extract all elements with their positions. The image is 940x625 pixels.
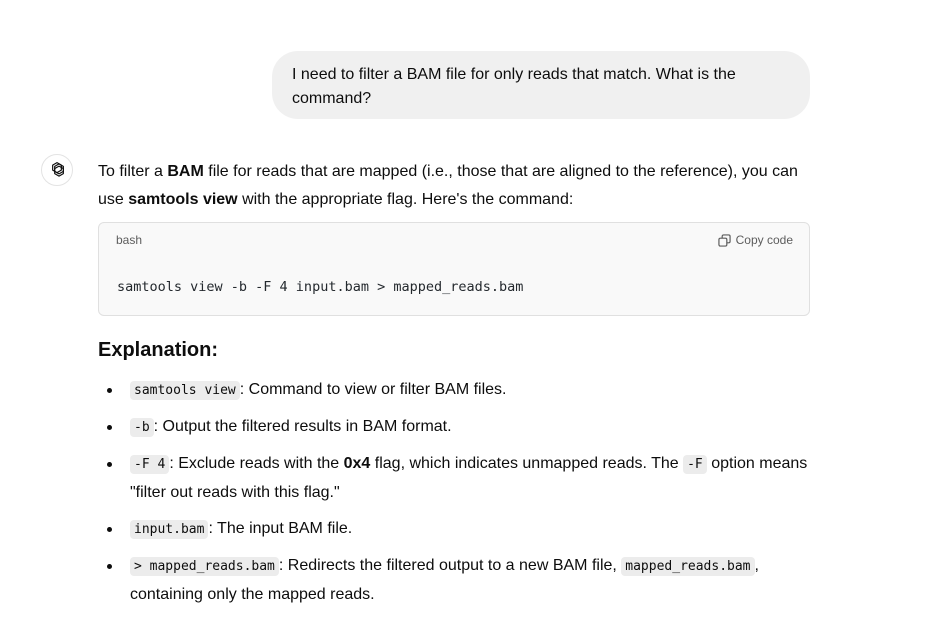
- assistant-intro: To filter a BAM file for reads that are …: [98, 158, 810, 214]
- openai-logo-icon: [52, 162, 64, 177]
- list-item-text: : Exclude reads with the: [169, 455, 344, 472]
- copy-code-label: Copy code: [735, 233, 793, 247]
- list-item-text: : Output the filtered results in BAM for…: [153, 418, 452, 435]
- intro-bold-samtools: samtools view: [128, 191, 238, 208]
- user-message-text: I need to filter a BAM file for only rea…: [292, 66, 736, 107]
- inline-code: -F: [683, 455, 707, 474]
- explanation-heading: Explanation:: [98, 339, 219, 361]
- list-item: -b: Output the filtered results in BAM f…: [98, 413, 810, 442]
- bullet-dot: [107, 527, 112, 532]
- inline-code: input.bam: [130, 520, 209, 539]
- chat-page: I need to filter a BAM file for only rea…: [0, 0, 940, 625]
- list-item-bold: 0x4: [343, 455, 371, 472]
- user-message-bubble: I need to filter a BAM file for only rea…: [272, 51, 810, 119]
- inline-code: > mapped_reads.bam: [130, 557, 279, 576]
- bullet-dot: [107, 564, 112, 569]
- intro-text-3: with the appropriate flag. Here's the co…: [237, 191, 574, 208]
- list-item: samtools view: Command to view or filter…: [98, 376, 810, 405]
- list-item-text: : Command to view or filter BAM files.: [239, 381, 507, 398]
- code-block: bash Copy code samtools view -b -F 4 inp…: [98, 222, 810, 316]
- list-item-text: : Redirects the filtered output to a new…: [278, 557, 622, 574]
- copy-code-button[interactable]: Copy code: [717, 233, 793, 247]
- code-content: samtools view -b -F 4 input.bam > mapped…: [117, 279, 524, 295]
- intro-bold-bam: BAM: [167, 163, 204, 180]
- list-item: > mapped_reads.bam: Redirects the filter…: [98, 552, 810, 609]
- code-language-label: bash: [116, 233, 143, 247]
- inline-code: -F 4: [130, 455, 170, 474]
- inline-code: samtools view: [130, 381, 240, 400]
- explanation-list: samtools view: Command to view or filter…: [98, 376, 810, 609]
- list-item: -F 4: Exclude reads with the 0x4 flag, w…: [98, 450, 810, 507]
- copy-icon: [717, 233, 731, 247]
- bullet-dot: [107, 462, 112, 467]
- list-item: input.bam: The input BAM file.: [98, 515, 810, 544]
- assistant-avatar: [41, 154, 73, 186]
- assistant-message: To filter a BAM file for reads that are …: [98, 158, 810, 617]
- intro-text-1: To filter a: [98, 163, 168, 180]
- inline-code: mapped_reads.bam: [621, 557, 755, 576]
- bullet-dot: [107, 425, 112, 430]
- list-item-text: flag, which indicates unmapped reads. Th…: [370, 455, 684, 472]
- list-item-text: : The input BAM file.: [208, 520, 353, 537]
- inline-code: -b: [130, 418, 154, 437]
- bullet-dot: [107, 388, 112, 393]
